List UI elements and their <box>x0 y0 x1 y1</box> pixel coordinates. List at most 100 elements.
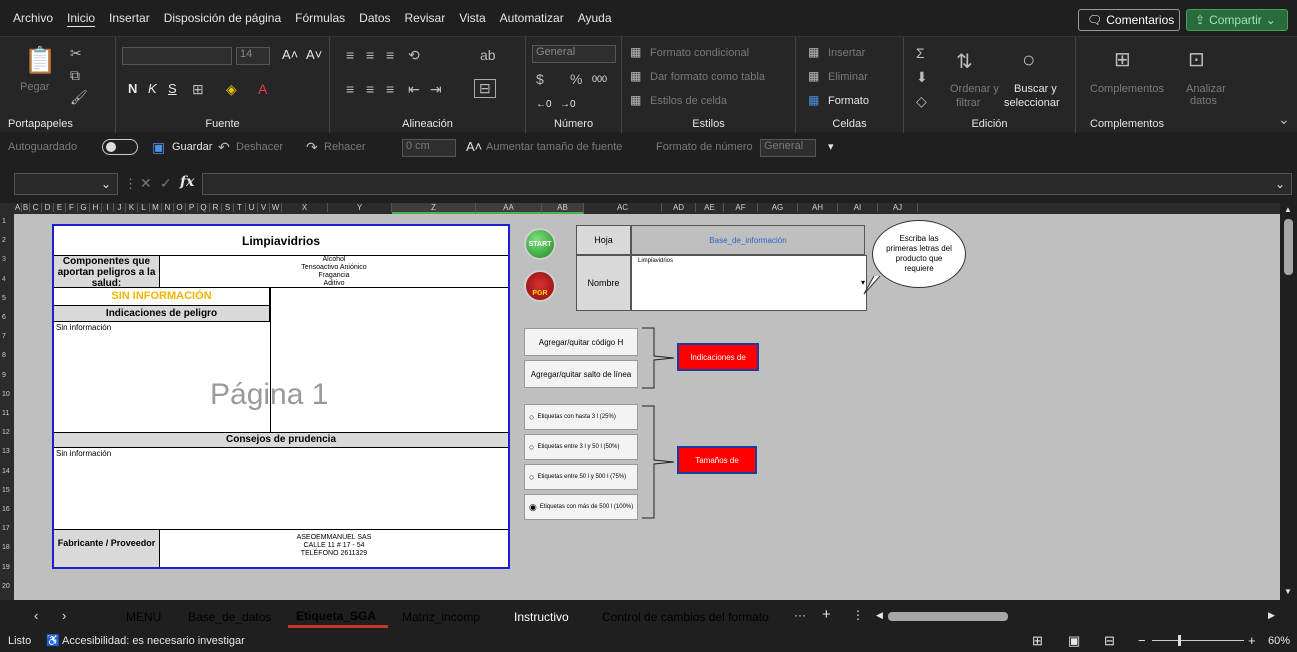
analyze-data-button[interactable]: Analizar <box>1186 83 1226 95</box>
sheet-tab-base-de-datos[interactable]: Base_de_datos <box>180 606 284 628</box>
tab-ayuda[interactable]: Ayuda <box>571 11 619 25</box>
undo-button[interactable]: Deshacer <box>236 141 283 153</box>
row-header[interactable]: 19 <box>2 564 10 571</box>
autosave-toggle[interactable] <box>102 139 138 155</box>
column-header[interactable]: H <box>90 203 102 212</box>
more-sheets-icon[interactable]: ··· <box>794 608 806 622</box>
delete-cells-button[interactable]: Eliminar <box>828 71 868 83</box>
clear-icon[interactable]: ◇ <box>916 93 927 110</box>
indent-combo[interactable]: 0 cm <box>402 139 456 157</box>
add-line-break-button[interactable]: Agregar/quitar salto de línea <box>524 360 638 388</box>
conditional-format-button[interactable]: Formato condicional <box>650 47 749 59</box>
decrease-indent-icon[interactable]: ⇤ <box>408 81 420 98</box>
grow-font-icon[interactable]: A˄ <box>282 47 298 62</box>
column-header[interactable]: AC <box>584 203 662 212</box>
search-icon[interactable]: ○ <box>1022 47 1035 73</box>
column-header[interactable]: AA <box>476 203 542 214</box>
thousands-icon[interactable]: 000 <box>592 74 607 84</box>
column-header[interactable]: AH <box>798 203 838 212</box>
column-header[interactable]: B <box>22 203 30 212</box>
sheet-tab-instructivo[interactable]: Instructivo <box>506 606 588 628</box>
font-color-icon[interactable]: A <box>258 81 267 97</box>
chevron-down-icon[interactable]: ⌄ <box>101 177 111 191</box>
find-label[interactable]: Buscar y <box>1014 83 1057 95</box>
column-header[interactable]: P <box>186 203 198 212</box>
sheet-tab-control-cambios[interactable]: Control de cambios del formato <box>594 606 786 628</box>
size-option-2[interactable]: ○ Etiquetas entre 3 l y 50 l (50%) <box>524 434 638 460</box>
borders-icon[interactable]: ⊞ <box>192 81 204 98</box>
align-bottom-icon[interactable]: ≡ <box>386 47 394 63</box>
hscroll-left-icon[interactable]: ◀ <box>876 610 883 621</box>
column-header[interactable]: Y <box>328 203 392 212</box>
analyze-data-icon[interactable]: ⊡ <box>1188 47 1205 72</box>
vertical-scrollbar[interactable]: ▲ ▼ <box>1280 203 1297 600</box>
paste-label[interactable]: Pegar <box>20 81 49 93</box>
row-header[interactable]: 1 <box>2 218 6 225</box>
column-header[interactable]: S <box>222 203 234 212</box>
row-header[interactable]: 16 <box>2 506 10 513</box>
zoom-out-icon[interactable]: − <box>1138 633 1146 648</box>
column-header[interactable]: E <box>54 203 66 212</box>
column-header[interactable]: A <box>14 203 22 212</box>
cell-styles-button[interactable]: Estilos de celda <box>650 95 727 107</box>
scroll-thumb[interactable] <box>1284 219 1293 275</box>
size-option-1[interactable]: ○ Etiquetas con hasta 3 l (25%) <box>524 404 638 430</box>
tab-formulas[interactable]: Fórmulas <box>288 11 352 25</box>
column-header[interactable]: W <box>270 203 282 212</box>
fill-icon[interactable]: ⬇ <box>916 69 928 86</box>
row-header[interactable]: 2 <box>2 237 6 244</box>
row-header[interactable]: 17 <box>2 525 10 532</box>
accessibility-status[interactable]: Accesibilidad: es necesario investigar <box>62 635 245 647</box>
column-header[interactable]: G <box>78 203 90 212</box>
row-header[interactable]: 4 <box>2 276 6 283</box>
tab-revisar[interactable]: Revisar <box>398 11 453 25</box>
cancel-icon[interactable]: ✕ <box>140 175 152 192</box>
normal-view-icon[interactable]: ⊞ <box>1032 633 1043 649</box>
row-header[interactable]: 8 <box>2 352 6 359</box>
tab-vista[interactable]: Vista <box>452 11 492 25</box>
increase-decimal-icon[interactable]: ←0 <box>536 99 552 110</box>
column-header[interactable]: AJ <box>878 203 918 212</box>
orientation-icon[interactable]: ⟲ <box>408 47 420 64</box>
tab-archivo[interactable]: Archivo <box>6 11 60 25</box>
shrink-font-icon[interactable]: A˅ <box>306 47 322 62</box>
enter-icon[interactable]: ✓ <box>160 175 172 192</box>
insert-function-icon[interactable]: fx <box>180 174 194 190</box>
save-button[interactable]: Guardar <box>172 141 212 153</box>
sheet-tab-etiqueta-sga[interactable]: Etiqueta_SGA <box>288 606 388 628</box>
row-header[interactable]: 3 <box>2 256 6 263</box>
grow-font-button[interactable]: Aumentar tamaño de fuente <box>486 141 622 153</box>
name-box[interactable]: ⌄ <box>14 173 118 195</box>
zoom-slider[interactable] <box>1152 640 1244 641</box>
scroll-up-icon[interactable]: ▲ <box>1284 205 1292 214</box>
sort-filter-icon[interactable]: ⇅ <box>956 49 973 74</box>
column-header[interactable]: X <box>282 203 328 212</box>
row-header[interactable]: 6 <box>2 314 6 321</box>
size-option-4[interactable]: ◉ Etiquetas con más de 500 l (100%) <box>524 494 638 520</box>
row-header[interactable]: 20 <box>2 583 10 590</box>
font-size-combo[interactable]: 14 <box>236 47 270 65</box>
column-header[interactable]: D <box>42 203 54 212</box>
pgr-button[interactable]: PGR <box>524 270 556 302</box>
column-header[interactable]: R <box>210 203 222 212</box>
row-header[interactable]: 9 <box>2 372 6 379</box>
addins-button[interactable]: Complementos <box>1090 83 1164 95</box>
tab-insertar[interactable]: Insertar <box>102 11 157 25</box>
align-center-icon[interactable]: ≡ <box>366 81 374 97</box>
column-header[interactable]: L <box>138 203 150 212</box>
insert-cells-button[interactable]: Insertar <box>828 47 865 59</box>
row-header[interactable]: 14 <box>2 468 10 475</box>
column-header[interactable]: N <box>162 203 174 212</box>
column-header[interactable]: Q <box>198 203 210 212</box>
row-header[interactable]: 11 <box>2 410 9 417</box>
cut-icon[interactable]: ✂ <box>70 45 82 62</box>
underline-button[interactable]: S <box>168 81 177 96</box>
row-header[interactable]: 13 <box>2 448 10 455</box>
row-header[interactable]: 5 <box>2 295 6 302</box>
add-sheet-icon[interactable]: + <box>822 606 831 623</box>
row-header[interactable]: 10 <box>2 391 10 398</box>
increase-indent-icon[interactable]: ⇥ <box>430 81 442 98</box>
row-header[interactable]: 15 <box>2 487 10 494</box>
filter-label[interactable]: filtrar <box>956 97 980 109</box>
bold-button[interactable]: N <box>128 81 137 96</box>
